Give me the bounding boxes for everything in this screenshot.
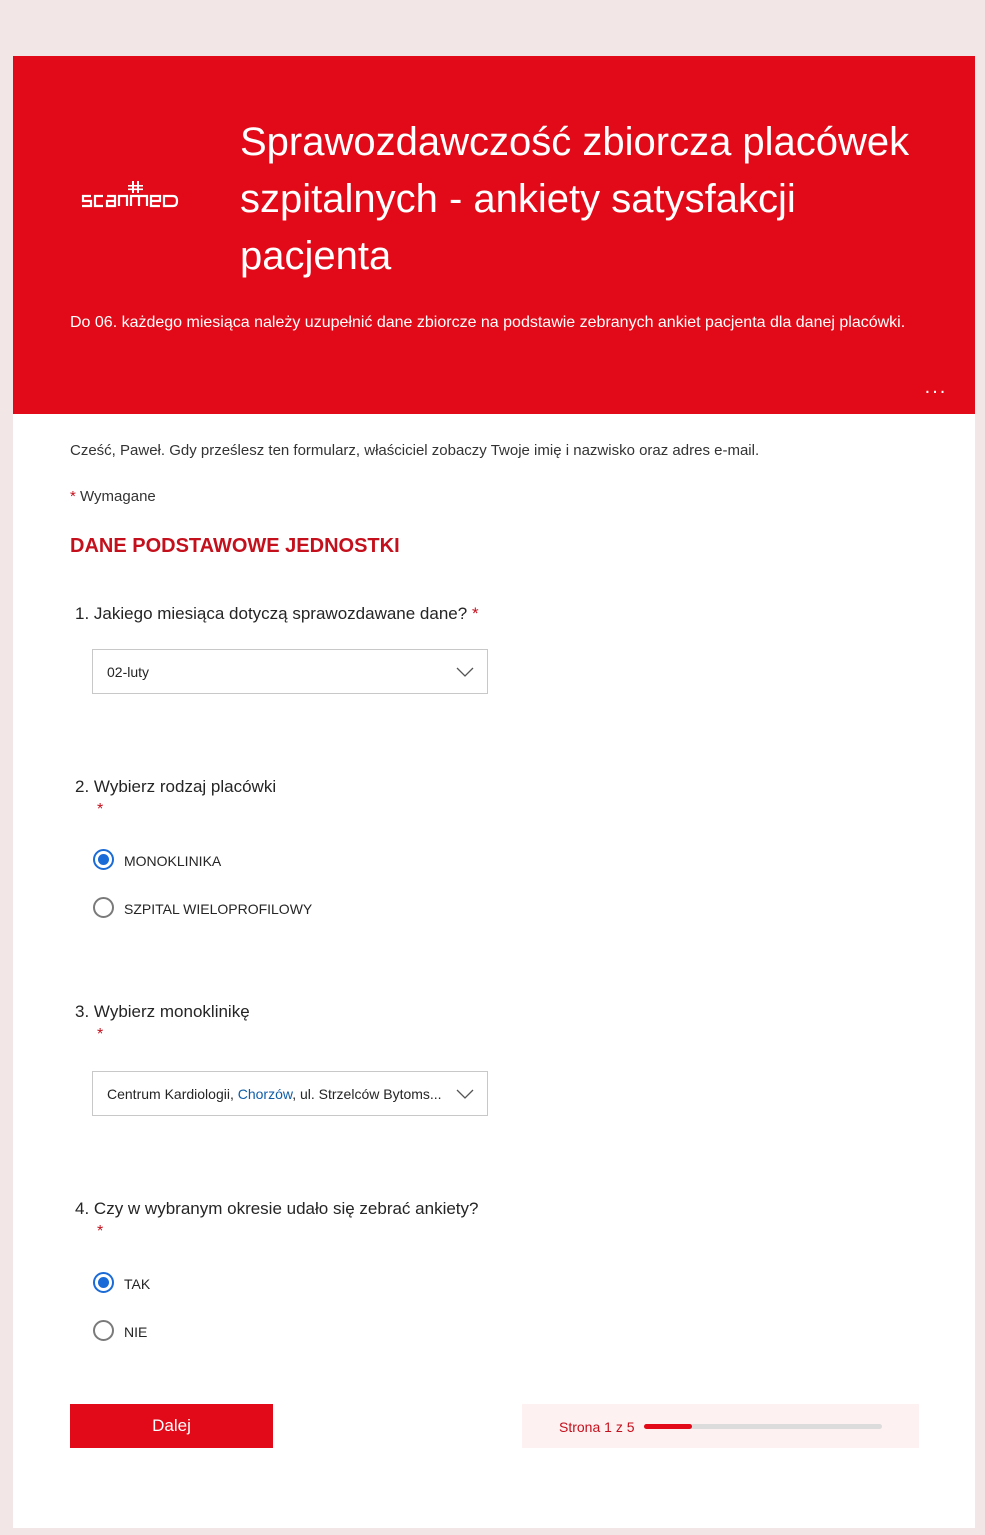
month-dropdown[interactable]: 02-luty — [92, 649, 488, 694]
required-star: * — [70, 488, 76, 505]
question-text: Wybierz rodzaj placówki — [93, 777, 277, 796]
dropdown-value: Centrum Kardiologii, Chorzów, ul. Strzel… — [107, 1086, 447, 1102]
chevron-down-icon — [456, 1089, 474, 1099]
greeting-text: Cześć, Paweł. Gdy prześlesz ten formular… — [70, 442, 760, 459]
form-title: Sprawozdawczość zbiorcza placówek szpita… — [240, 120, 910, 278]
clinic-address-text: , ul. Strzelców Bytoms... — [292, 1086, 442, 1102]
section-title: DANE PODSTAWOWE JEDNOSTKI — [70, 535, 400, 557]
radio-label: SZPITAL WIELOPROFILOWY — [124, 901, 313, 917]
page-progress: Strona 1 z 5 — [522, 1404, 919, 1448]
required-star: * — [97, 1026, 104, 1043]
required-star: * — [471, 604, 479, 623]
question-2-title: 2. Wybierz rodzaj placówki — [75, 777, 276, 797]
required-star: * — [97, 1223, 104, 1240]
question-number: 4. — [75, 1199, 90, 1218]
clinic-dropdown[interactable]: Centrum Kardiologii, Chorzów, ul. Strzel… — [92, 1071, 488, 1116]
required-label: Wymagane — [80, 488, 156, 505]
progress-track — [644, 1424, 882, 1429]
form-description: Do 06. każdego miesiąca należy uzupełnić… — [70, 314, 906, 331]
question-3-title: 3. Wybierz monoklinikę — [75, 1002, 250, 1022]
question-number: 1. — [75, 604, 90, 623]
radio-button-checked[interactable] — [93, 1272, 114, 1293]
more-options-button[interactable]: ... — [921, 377, 951, 402]
question-number: 2. — [75, 777, 90, 796]
scanmed-logo — [81, 181, 179, 208]
question-text: Jakiego miesiąca dotyczą sprawozdawane d… — [93, 604, 468, 623]
question-number: 3. — [75, 1002, 90, 1021]
form-card: Sprawozdawczość zbiorcza placówek szpita… — [13, 56, 975, 1528]
radio-button-checked[interactable] — [93, 849, 114, 870]
question-4-title: 4. Czy w wybranym okresie udało się zebr… — [75, 1199, 478, 1219]
radio-label: MONOKLINIKA — [124, 853, 222, 869]
clinic-name-text: Centrum Kardiologii, — [107, 1086, 238, 1102]
chevron-down-icon — [456, 667, 474, 677]
required-star: * — [97, 801, 104, 818]
next-button[interactable]: Dalej — [70, 1404, 273, 1448]
radio-label: TAK — [124, 1276, 151, 1292]
required-note: * Wymagane — [70, 488, 156, 505]
radio-button[interactable] — [93, 897, 114, 918]
question-1-title: 1. Jakiego miesiąca dotyczą sprawozdawan… — [75, 604, 479, 624]
question-text: Wybierz monoklinikę — [93, 1002, 250, 1021]
dropdown-value: 02-luty — [107, 664, 150, 680]
radio-button[interactable] — [93, 1320, 114, 1341]
radio-label: NIE — [124, 1324, 148, 1340]
city-link[interactable]: Chorzów — [238, 1086, 292, 1102]
question-text: Czy w wybranym okresie udało się zebrać … — [93, 1199, 479, 1218]
progress-fill — [644, 1424, 692, 1429]
form-header-banner: Sprawozdawczość zbiorcza placówek szpita… — [13, 56, 975, 414]
progress-text: Strona 1 z 5 — [559, 1419, 635, 1435]
